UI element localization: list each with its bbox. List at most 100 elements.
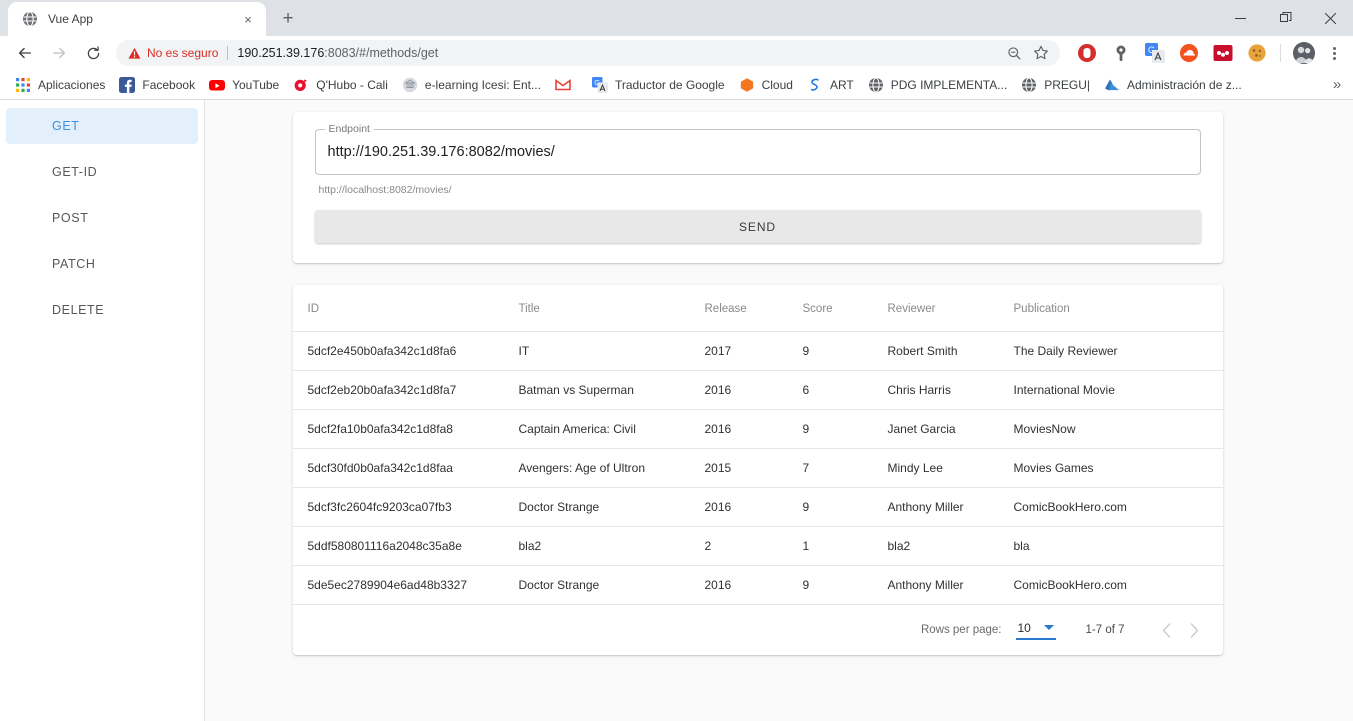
cell-reviewer: Anthony Miller [887, 565, 1014, 605]
table-row[interactable]: 5ddf580801116a2048c35a8e bla2 2 1 bla2 b… [292, 526, 1223, 566]
table-row[interactable]: 5dcf3fc2604fc9203ca07fb3 Doctor Strange … [292, 487, 1223, 527]
cookie-extension-icon[interactable] [1247, 43, 1267, 63]
window-controls [1218, 0, 1353, 36]
zoom-out-icon[interactable] [1002, 41, 1026, 65]
cell-reviewer: Robert Smith [887, 331, 1014, 371]
bookmark-art[interactable]: ART [800, 73, 861, 97]
bookmark-icesi[interactable]: e-learning Icesi: Ent... [395, 73, 548, 97]
cell-release: 2016 [704, 565, 803, 605]
cell-publication: bla [1013, 526, 1223, 566]
next-page-button[interactable] [1181, 616, 1209, 644]
star-icon[interactable] [1029, 41, 1053, 65]
endpoint-card: Endpoint http://190.251.39.176:8082/movi… [292, 112, 1223, 263]
cell-title: Doctor Strange [518, 565, 705, 605]
omnibox-actions [1002, 41, 1056, 65]
tab-strip: Vue App × + [0, 0, 1353, 36]
results-table: ID Title Release Score Reviewer Publicat… [292, 285, 1223, 605]
cell-publication: MoviesNow [1013, 409, 1223, 449]
bookmark-gmail[interactable] [548, 73, 585, 97]
cloud-extension-icon[interactable] [1179, 43, 1199, 63]
endpoint-value: http://190.251.39.176:8082/movies/ [327, 144, 555, 160]
warning-icon [128, 47, 141, 60]
sidebar-item-get-id[interactable]: GET-ID [6, 154, 198, 190]
table-row[interactable]: 5dcf30fd0b0afa342c1d8faa Avengers: Age o… [292, 448, 1223, 488]
close-window-icon[interactable] [1308, 0, 1353, 36]
forward-icon [45, 39, 73, 67]
avatar[interactable] [1293, 42, 1315, 64]
table-row[interactable]: 5dcf2e450b0afa342c1d8fa6 IT 2017 9 Rober… [292, 331, 1223, 371]
bookmark-pregu[interactable]: PREGU| [1014, 73, 1097, 97]
address-bar[interactable]: No es seguro 190.251.39.176:8083/#/metho… [116, 40, 1060, 66]
cell-title: IT [518, 331, 705, 371]
table-body: 5dcf2e450b0afa342c1d8fa6 IT 2017 9 Rober… [292, 331, 1223, 605]
lastpass-extension-icon[interactable] [1111, 43, 1131, 63]
youtube-icon [209, 77, 226, 93]
column-header-id[interactable]: ID [292, 285, 519, 332]
minimize-icon[interactable] [1218, 0, 1263, 36]
column-header-title[interactable]: Title [518, 285, 705, 332]
gmail-icon [555, 77, 571, 93]
column-header-release[interactable]: Release [704, 285, 803, 332]
table-row[interactable]: 5dcf2eb20b0afa342c1d8fa7 Batman vs Super… [292, 370, 1223, 410]
bookmark-label: PREGU| [1044, 77, 1090, 92]
rows-per-page-label: Rows per page: [920, 624, 1002, 636]
rows-per-page-value: 10 [1017, 620, 1031, 635]
column-header-publication[interactable]: Publication [1013, 285, 1223, 332]
new-tab-button[interactable]: + [274, 5, 302, 33]
bookmark-apps[interactable]: Aplicaciones [8, 73, 112, 97]
bookmarks-overflow-button[interactable]: » [1327, 76, 1347, 93]
cell-id: 5dcf2e450b0afa342c1d8fa6 [292, 331, 519, 371]
bookmark-youtube[interactable]: YouTube [202, 73, 286, 97]
cell-id: 5dcf30fd0b0afa342c1d8faa [292, 448, 519, 488]
bookmark-azure[interactable]: Administración de z... [1097, 73, 1249, 97]
cell-id: 5dcf2fa10b0afa342c1d8fa8 [292, 409, 519, 449]
results-card: ID Title Release Score Reviewer Publicat… [292, 285, 1223, 655]
endpoint-input[interactable]: Endpoint http://190.251.39.176:8082/movi… [314, 123, 1201, 175]
sidebar-item-delete[interactable]: DELETE [6, 292, 198, 328]
browser-toolbar: No es seguro 190.251.39.176:8083/#/metho… [0, 36, 1353, 70]
cell-reviewer: Anthony Miller [887, 487, 1014, 527]
tab-title: Vue App [48, 12, 93, 26]
cell-score: 7 [802, 448, 888, 488]
table-row[interactable]: 5dcf2fa10b0afa342c1d8fa8 Captain America… [292, 409, 1223, 449]
qhubo-icon [293, 77, 309, 93]
bookmark-google-translate[interactable]: G Traductor de Google [585, 73, 732, 97]
cell-score: 9 [802, 331, 888, 371]
google-translate-extension-icon[interactable]: G [1145, 43, 1165, 63]
adblock-extension-icon[interactable] [1077, 43, 1097, 63]
extension-bar: G [1066, 39, 1345, 67]
divider [1280, 44, 1281, 62]
browser-tab[interactable]: Vue App × [8, 2, 266, 36]
rows-per-page-select[interactable]: 10 [1015, 620, 1056, 640]
bookmark-qhubo[interactable]: Q'Hubo - Cali [286, 73, 395, 97]
sidebar-item-patch[interactable]: PATCH [6, 246, 198, 282]
cell-title: Doctor Strange [518, 487, 705, 527]
maximize-icon[interactable] [1263, 0, 1308, 36]
divider [227, 46, 229, 60]
bookmark-label: Administración de z... [1127, 77, 1242, 92]
bookmark-facebook[interactable]: Facebook [112, 73, 202, 97]
mendeley-extension-icon[interactable] [1213, 43, 1233, 63]
sidebar-item-get[interactable]: GET [6, 108, 198, 144]
bookmark-pdg[interactable]: PDG IMPLEMENTA... [861, 73, 1014, 97]
cell-reviewer: bla2 [887, 526, 1014, 566]
close-icon[interactable]: × [240, 11, 256, 27]
cell-score: 1 [802, 526, 888, 566]
column-header-reviewer[interactable]: Reviewer [887, 285, 1014, 332]
apps-grid-icon [15, 77, 31, 93]
cloud-icon [739, 77, 755, 93]
column-header-score[interactable]: Score [802, 285, 888, 332]
bookmark-label: Facebook [142, 77, 196, 92]
back-icon[interactable] [11, 39, 39, 67]
previous-page-button[interactable] [1153, 616, 1181, 644]
three-dots-menu-icon[interactable] [1323, 39, 1345, 67]
table-row[interactable]: 5de5ec2789904e6ad48b3327 Doctor Strange … [292, 565, 1223, 605]
cell-id: 5de5ec2789904e6ad48b3327 [292, 565, 519, 605]
cell-score: 6 [802, 370, 888, 410]
sidebar-item-post[interactable]: POST [6, 200, 198, 236]
sidebar: GET GET-ID POST PATCH DELETE [0, 100, 205, 721]
reload-icon[interactable] [79, 39, 107, 67]
bookmark-cloud[interactable]: Cloud [732, 73, 800, 97]
cell-id: 5ddf580801116a2048c35a8e [292, 526, 519, 566]
send-button[interactable]: SEND [314, 210, 1201, 243]
